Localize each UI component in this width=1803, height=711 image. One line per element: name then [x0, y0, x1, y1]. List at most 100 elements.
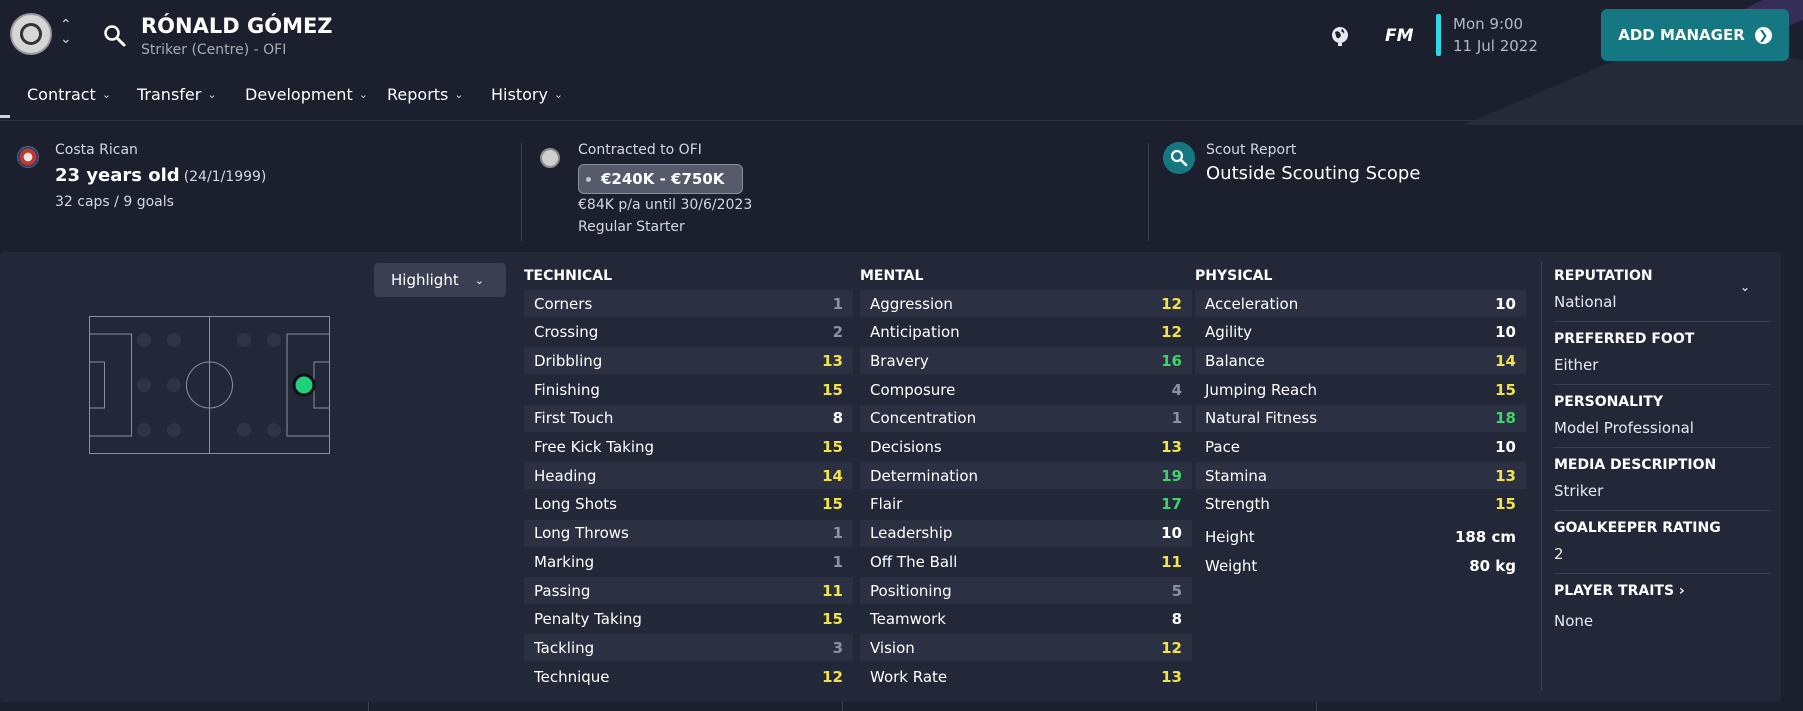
chevron-down-icon[interactable]: ⌄ — [60, 32, 72, 46]
add-manager-button[interactable]: ADD MANAGER ❯ — [1601, 9, 1789, 61]
fm-logo[interactable]: FM — [1385, 26, 1414, 46]
player-traits-value: None — [1554, 612, 1594, 630]
attribute-row[interactable]: Height 188 cm — [1195, 524, 1526, 551]
attribute-row[interactable]: Heading 14 — [524, 462, 853, 490]
attribute-row[interactable]: Acceleration 10 — [1195, 290, 1526, 317]
attribute-value: 17 — [1161, 495, 1182, 514]
attribute-row[interactable]: Jumping Reach 15 — [1195, 376, 1526, 403]
attribute-row[interactable]: Positioning 5 — [860, 577, 1192, 604]
player-switch-arrows[interactable]: ⌃ ⌄ — [60, 18, 72, 46]
contract-club[interactable]: Contracted to OFI — [578, 142, 702, 158]
attribute-row[interactable]: Composure 4 — [860, 376, 1192, 403]
attribute-row[interactable]: Off The Ball 11 — [860, 548, 1192, 575]
globe-icon[interactable] — [1328, 24, 1352, 48]
attribute-row[interactable]: Technique 12 — [524, 663, 853, 690]
attribute-row[interactable]: Work Rate 13 — [860, 663, 1192, 690]
menu-contract[interactable]: Contract ⌄ — [27, 85, 111, 104]
attribute-row[interactable]: First Touch 8 — [524, 404, 853, 432]
age-value: 23 years old — [55, 165, 180, 186]
attribute-row[interactable]: Bravery 16 — [860, 347, 1192, 375]
attribute-name: Technique — [534, 667, 610, 686]
attribute-value: 80 kg — [1469, 556, 1516, 575]
attribute-row[interactable]: Decisions 13 — [860, 434, 1192, 461]
attribute-row[interactable]: Anticipation 12 — [860, 319, 1192, 346]
time-accent-bar — [1436, 14, 1441, 56]
attribute-name: Work Rate — [870, 667, 948, 686]
nationality[interactable]: Costa Rican — [55, 142, 138, 158]
scout-search-icon[interactable] — [1163, 142, 1195, 174]
highlight-dropdown[interactable]: Highlight ⌄ — [374, 263, 506, 297]
preferred-foot-label: PREFERRED FOOT — [1554, 331, 1695, 347]
attribute-row[interactable]: Finishing 15 — [524, 376, 853, 403]
attribute-value: 8 — [832, 409, 843, 428]
attribute-row[interactable]: Long Throws 1 — [524, 519, 853, 547]
scout-report-value: Outside Scouting Scope — [1206, 163, 1421, 184]
transfer-value-tag[interactable]: €240K - €750K — [578, 164, 744, 194]
attribute-name: Tackling — [534, 638, 595, 657]
attribute-name: Concentration — [870, 409, 977, 428]
costa-rica-flag-icon — [17, 146, 39, 168]
mental-heading: MENTAL — [860, 268, 924, 284]
attribute-row[interactable]: Free Kick Taking 15 — [524, 434, 853, 461]
attribute-name: Crossing — [534, 323, 599, 342]
attribute-value: 12 — [822, 667, 843, 686]
chevron-down-icon: ⌄ — [454, 88, 464, 101]
menu-history[interactable]: History ⌄ — [491, 85, 563, 104]
player-name: RÓNALD GÓMEZ — [141, 14, 333, 38]
physical-heading: PHYSICAL — [1195, 268, 1273, 284]
attribute-row[interactable]: Marking 1 — [524, 548, 853, 575]
attribute-name: Free Kick Taking — [534, 438, 655, 456]
attribute-row[interactable]: Long Shots 15 — [524, 491, 853, 518]
menu-active-indicator — [0, 115, 10, 118]
attribute-row[interactable]: Passing 11 — [524, 577, 853, 604]
attribute-value: 15 — [1495, 495, 1516, 514]
attribute-row[interactable]: Agility 10 — [1195, 319, 1526, 346]
chevron-down-icon[interactable]: ⌄ — [1740, 280, 1750, 294]
club-crest-icon[interactable] — [10, 13, 52, 55]
attribute-row[interactable]: Teamwork 8 — [860, 606, 1192, 633]
attribute-name: Jumping Reach — [1205, 380, 1317, 399]
attribute-value: 13 — [1495, 466, 1516, 485]
attribute-row[interactable]: Stamina 13 — [1195, 462, 1526, 490]
attribute-row[interactable]: Natural Fitness 18 — [1195, 404, 1526, 432]
search-icon[interactable] — [103, 24, 127, 48]
attribute-value: 1 — [832, 524, 843, 543]
attribute-name: Acceleration — [1205, 294, 1299, 313]
attribute-row[interactable]: Weight 80 kg — [1195, 552, 1526, 579]
attribute-row[interactable]: Penalty Taking 15 — [524, 606, 853, 633]
attribute-name: Positioning — [870, 581, 952, 600]
chevron-up-icon[interactable]: ⌃ — [60, 18, 72, 32]
club-crest-icon — [540, 148, 560, 168]
attribute-row[interactable]: Dribbling 13 — [524, 347, 853, 375]
attribute-value: 1 — [832, 294, 843, 313]
media-description-label: MEDIA DESCRIPTION — [1554, 457, 1717, 473]
attribute-row[interactable]: Leadership 10 — [860, 519, 1192, 547]
attribute-name: Strength — [1205, 495, 1270, 514]
goalkeeper-rating-label: GOALKEEPER RATING — [1554, 520, 1721, 536]
player-traits-link[interactable]: PLAYER TRAITS › — [1554, 583, 1685, 599]
menu-reports[interactable]: Reports ⌄ — [387, 85, 464, 104]
attribute-row[interactable]: Corners 1 — [524, 290, 853, 317]
divider — [1554, 447, 1771, 448]
attribute-value: 19 — [1161, 466, 1182, 485]
attribute-row[interactable]: Balance 14 — [1195, 347, 1526, 375]
attribute-name: Teamwork — [870, 610, 946, 629]
attribute-row[interactable]: Aggression 12 — [860, 290, 1192, 317]
attribute-row[interactable]: Flair 17 — [860, 491, 1192, 518]
attribute-row[interactable]: Tackling 3 — [524, 634, 853, 662]
attribute-row[interactable]: Strength 15 — [1195, 491, 1526, 518]
menu-label: Development — [245, 85, 353, 104]
menu-transfer[interactable]: Transfer ⌄ — [137, 85, 217, 104]
attribute-value: 12 — [1161, 638, 1182, 657]
attribute-value: 16 — [1161, 351, 1182, 370]
attribute-row[interactable]: Determination 19 — [860, 462, 1192, 490]
attribute-row[interactable]: Pace 10 — [1195, 434, 1526, 461]
attribute-row[interactable]: Crossing 2 — [524, 319, 853, 346]
attribute-row[interactable]: Vision 12 — [860, 634, 1192, 662]
attribute-row[interactable]: Concentration 1 — [860, 404, 1192, 432]
attribute-value: 15 — [822, 495, 843, 514]
wage-info: €84K p/a until 30/6/2023 — [578, 197, 753, 213]
add-manager-label: ADD MANAGER — [1618, 26, 1745, 44]
attribute-value: 1 — [832, 552, 843, 571]
menu-development[interactable]: Development ⌄ — [245, 85, 368, 104]
